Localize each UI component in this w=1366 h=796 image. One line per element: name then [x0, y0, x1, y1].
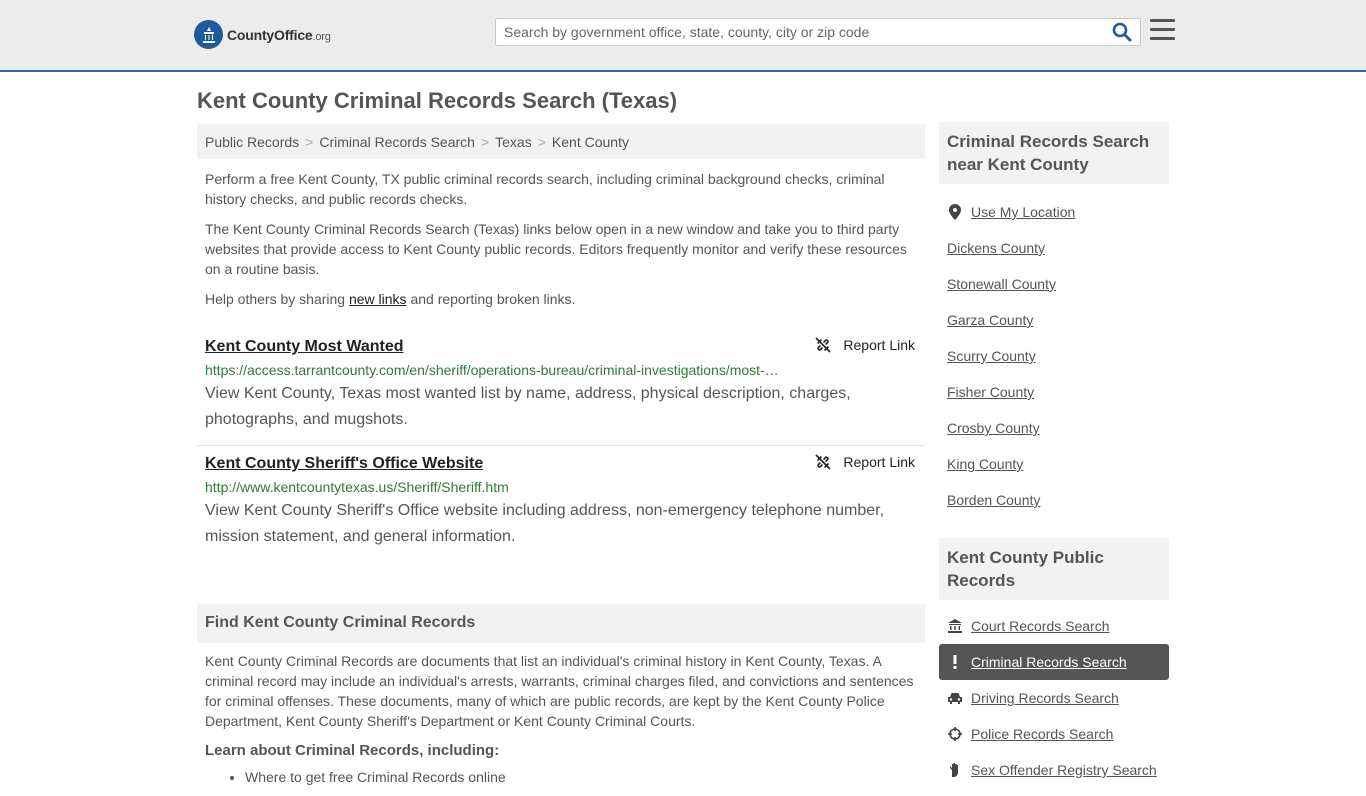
intro-paragraph-2: The Kent County Criminal Records Search … [205, 221, 907, 277]
county-link[interactable]: Stonewall County [947, 276, 1056, 292]
broken-link-icon [815, 337, 831, 353]
sidebar: Criminal Records Search near Kent County… [939, 122, 1169, 796]
exclamation-icon [947, 655, 963, 669]
county-link[interactable]: Scurry County [947, 348, 1036, 364]
record-title-link[interactable]: Kent County Sheriff's Office Website [205, 454, 917, 474]
sidebar-item-county[interactable]: Stonewall County [939, 266, 1169, 302]
sidebar-item-county[interactable]: Crosby County [939, 410, 1169, 446]
sidebar-item-county[interactable]: King County [939, 446, 1169, 482]
find-records-heading: Find Kent County Criminal Records [197, 604, 925, 643]
sidebar-item-criminal-records[interactable]: Criminal Records Search [939, 644, 1169, 680]
county-link[interactable]: Fisher County [947, 384, 1034, 400]
record-item: Kent County Sheriff's Office Website Rep… [197, 446, 925, 562]
site-header: CountyOffice.org [0, 0, 1366, 72]
record-url[interactable]: https://access.tarrantcounty.com/en/sher… [205, 361, 780, 379]
report-link-button[interactable]: Report Link [815, 337, 915, 353]
record-title-link[interactable]: Kent County Most Wanted [205, 337, 917, 357]
car-icon [947, 692, 963, 704]
breadcrumb-texas[interactable]: Texas [495, 134, 532, 150]
use-location-item[interactable]: Use My Location [939, 194, 1169, 230]
find-records-section: Kent County Criminal Records are documen… [197, 651, 925, 786]
intro-paragraph-3: Help others by sharing new links and rep… [205, 289, 917, 309]
sidebar-item-sex-offender[interactable]: Sex Offender Registry Search [939, 752, 1169, 788]
learn-about-list: Where to get free Criminal Records onlin… [205, 768, 917, 786]
sidebar-item-county[interactable]: Dickens County [939, 230, 1169, 266]
court-records-link[interactable]: Court Records Search [971, 618, 1110, 634]
sidebar-item-driving-records[interactable]: Driving Records Search [939, 680, 1169, 716]
use-location-link[interactable]: Use My Location [971, 204, 1075, 220]
county-link[interactable]: Dickens County [947, 240, 1045, 256]
hamburger-menu-icon[interactable] [1150, 19, 1176, 43]
map-pin-icon [947, 204, 963, 220]
breadcrumb: Public Records > Criminal Records Search > T… [197, 124, 925, 159]
driving-records-link[interactable]: Driving Records Search [971, 690, 1119, 706]
logo-main: CountyOffice [227, 26, 313, 43]
learn-about-heading: Learn about Criminal Records, including: [205, 742, 500, 759]
page-title: Kent County Criminal Records Search (Tex… [197, 88, 678, 113]
sidebar-item-court-records[interactable]: Court Records Search [939, 608, 1169, 644]
intro-text-before: Help others by sharing [205, 291, 349, 307]
search-input[interactable] [496, 19, 1096, 45]
logo-suffix: .org [312, 30, 331, 43]
search-box [495, 18, 1141, 46]
public-records-list: Court Records Search Criminal Records Se… [939, 600, 1169, 796]
county-link[interactable]: Garza County [947, 312, 1033, 328]
police-records-link[interactable]: Police Records Search [971, 726, 1113, 742]
county-link[interactable]: Borden County [947, 492, 1040, 508]
intro-text-after: and reporting broken links. [406, 291, 576, 307]
records-list: Kent County Most Wanted Report Link http… [197, 329, 925, 562]
criminal-records-link[interactable]: Criminal Records Search [971, 654, 1127, 670]
breadcrumb-separator: > [480, 134, 490, 150]
breadcrumb-criminal-records[interactable]: Criminal Records Search [319, 134, 475, 150]
public-records-heading: Kent County Public Records [939, 538, 1169, 600]
sidebar-item-police-records[interactable]: Police Records Search [939, 716, 1169, 752]
main-content: Public Records > Criminal Records Search > T… [197, 124, 925, 786]
sidebar-item-county[interactable]: Scurry County [939, 338, 1169, 374]
report-link-button[interactable]: Report Link [815, 454, 915, 470]
sidebar-item-county[interactable]: Garza County [939, 302, 1169, 338]
county-link[interactable]: King County [947, 456, 1023, 472]
capitol-logo-icon [194, 20, 223, 49]
nearby-heading: Criminal Records Search near Kent County [939, 122, 1169, 184]
intro-paragraph-1: Perform a free Kent County, TX public cr… [205, 171, 885, 207]
crosshair-icon [947, 727, 963, 741]
breadcrumb-separator: > [537, 134, 546, 150]
nearby-counties-list: Use My Location Dickens County Stonewall… [939, 184, 1169, 526]
courthouse-icon [947, 619, 963, 633]
sidebar-item-county[interactable]: Borden County [939, 482, 1169, 518]
find-records-body: Kent County Criminal Records are documen… [205, 653, 914, 729]
sex-offender-link[interactable]: Sex Offender Registry Search [971, 762, 1157, 778]
site-logo[interactable]: CountyOffice.org [194, 20, 331, 49]
broken-link-icon [815, 454, 831, 470]
hand-icon [947, 763, 963, 777]
record-url[interactable]: http://www.kentcountytexas.us/Sheriff/Sh… [205, 478, 780, 496]
record-description: View Kent County Sheriff's Office websit… [205, 502, 885, 545]
record-item: Kent County Most Wanted Report Link http… [197, 329, 925, 446]
sidebar-item-county[interactable]: Fisher County [939, 374, 1169, 410]
list-item: Where to get free Criminal Records onlin… [245, 768, 917, 786]
breadcrumb-public-records[interactable]: Public Records [205, 134, 299, 150]
breadcrumb-separator: > [305, 134, 314, 150]
intro-text: Perform a free Kent County, TX public cr… [197, 169, 925, 309]
county-link[interactable]: Crosby County [947, 420, 1040, 436]
new-links-link[interactable]: new links [349, 291, 407, 307]
record-description: View Kent County, Texas most wanted list… [205, 385, 851, 428]
breadcrumb-kent-county[interactable]: Kent County [552, 134, 629, 150]
search-icon[interactable] [1112, 22, 1134, 44]
report-link-label: Report Link [843, 337, 915, 353]
logo-text: CountyOffice.org [227, 27, 331, 43]
report-link-label: Report Link [843, 454, 915, 470]
